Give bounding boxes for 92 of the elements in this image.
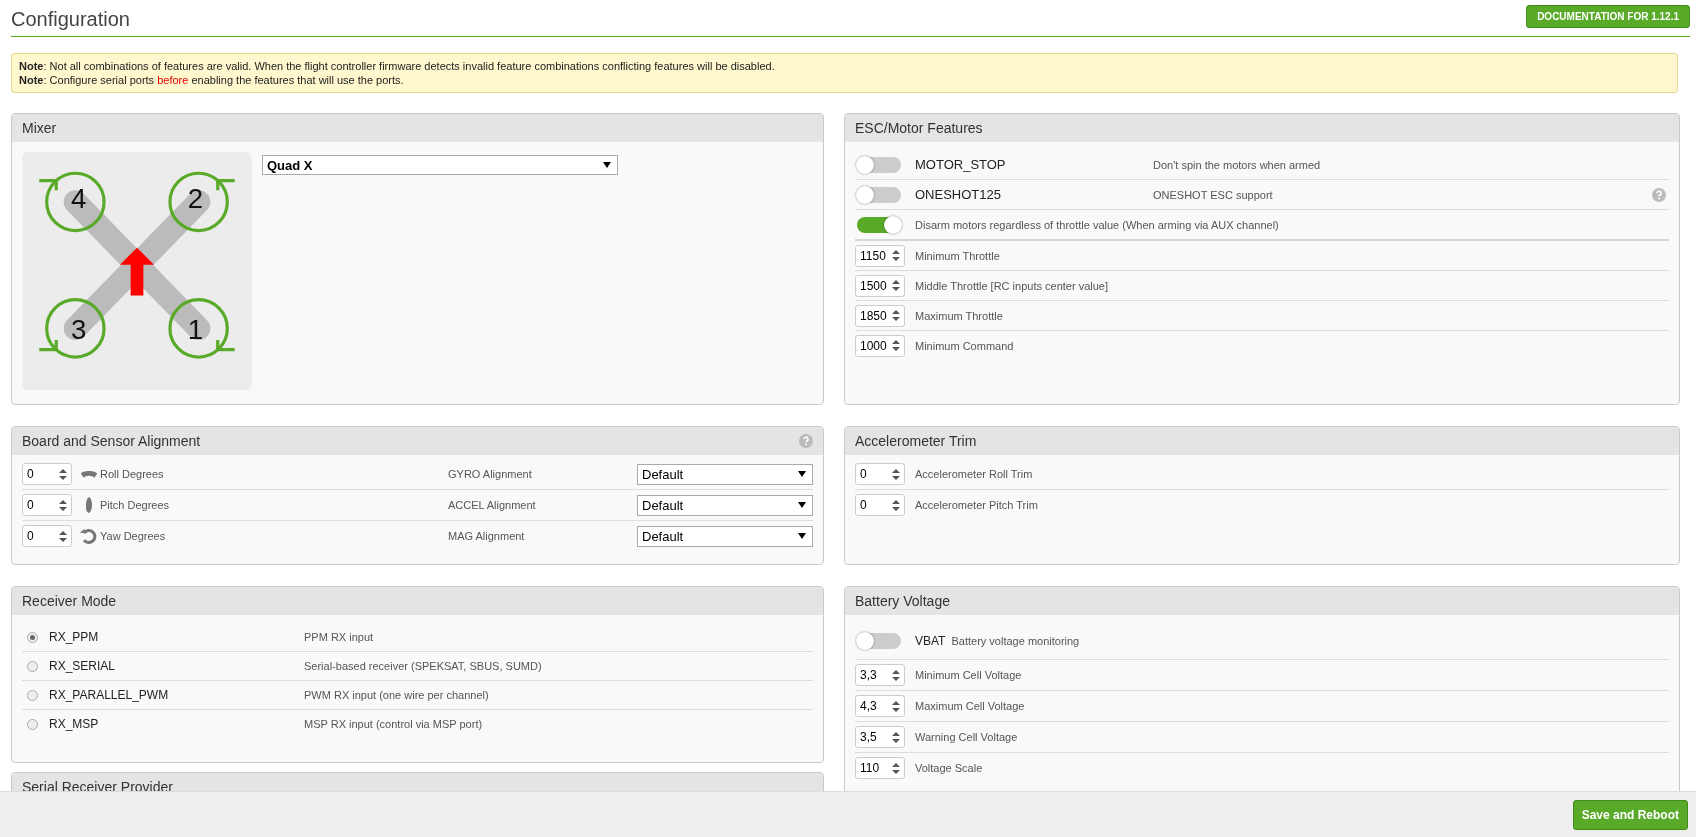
rotation-arrow-icon xyxy=(168,298,237,359)
note-text: Note: Not all combinations of features are valid. When the flight controller firmware detects invalid feature combinations conflicting features will be disabled. xyxy=(19,59,776,73)
number-field[interactable]: 110 xyxy=(855,757,905,779)
number-field[interactable]: 3,5 xyxy=(855,726,905,748)
option-name: RX_MSP xyxy=(49,717,100,731)
spinner-icon[interactable] xyxy=(59,467,67,481)
radio-button[interactable] xyxy=(27,631,38,643)
option-name: RX_PARALLEL_PWM xyxy=(49,688,170,702)
spinner-icon[interactable] xyxy=(892,309,900,322)
radio-button[interactable] xyxy=(27,718,38,730)
radio-button[interactable] xyxy=(27,660,38,672)
motor-number: 3 xyxy=(70,314,87,345)
spinner-icon[interactable] xyxy=(892,699,900,713)
motor-number: 2 xyxy=(187,183,204,215)
panel-title: Mixer xyxy=(22,120,57,136)
panel-title: Battery Voltage xyxy=(855,593,950,609)
motor-number: 1 xyxy=(187,314,204,345)
field-label: GYRO Alignment xyxy=(448,468,533,480)
panel-title: Accelerometer Trim xyxy=(855,433,977,449)
spinner-icon[interactable] xyxy=(892,467,900,481)
caret-icon xyxy=(798,502,806,508)
panel-title: Receiver Mode xyxy=(22,593,117,609)
feature-description: Battery voltage monitoring xyxy=(951,635,1080,647)
field-label: Accelerometer Roll Trim xyxy=(915,468,1033,480)
option-name: RX_SERIAL xyxy=(49,659,117,673)
option-description: PWM RX input (one wire per channel) xyxy=(304,689,489,701)
number-field[interactable]: 4,3 xyxy=(855,695,905,717)
option-description: MSP RX input (control via MSP port) xyxy=(304,718,483,730)
feature-description: ONESHOT ESC support xyxy=(1153,188,1273,201)
mixer-dropdown[interactable]: Quad X xyxy=(262,155,618,175)
alignment-dropdown[interactable]: Default xyxy=(637,463,813,485)
spinner-icon[interactable] xyxy=(59,498,67,512)
feature-description: Disarm motors regardless of throttle value (When arming via AUX channel) xyxy=(915,218,1279,231)
spinner-icon[interactable] xyxy=(892,249,900,262)
feature-description: Don't spin the motors when armed xyxy=(1153,158,1321,171)
field-label: Middle Throttle [RC inputs center value] xyxy=(915,279,1108,292)
caret-icon xyxy=(603,162,611,168)
rotation-arrow-icon xyxy=(168,171,237,233)
note-text: Note: Configure serial ports before enabling the features that will use the ports. xyxy=(19,73,405,87)
field-label: Warning Cell Voltage xyxy=(915,731,1018,743)
caret-icon xyxy=(798,533,806,539)
forward-arrow-icon xyxy=(120,247,154,296)
field-label: Voltage Scale xyxy=(915,762,983,774)
spinner-icon[interactable] xyxy=(892,339,900,352)
number-field[interactable]: 0 xyxy=(855,494,905,516)
alignment-dropdown[interactable]: Default xyxy=(637,525,813,547)
number-field[interactable]: 1500 xyxy=(855,274,905,297)
motor-number: 4 xyxy=(70,183,87,215)
field-label: MAG Alignment xyxy=(448,530,526,542)
number-field[interactable]: 0 xyxy=(855,463,905,485)
spinner-icon[interactable] xyxy=(892,279,900,292)
field-label: Roll Degrees xyxy=(100,468,165,480)
feature-name: VBAT xyxy=(915,634,946,648)
field-label: Maximum Throttle xyxy=(915,309,1003,322)
field-label: Accelerometer Pitch Trim xyxy=(915,499,1038,511)
field-label: ACCEL Alignment xyxy=(448,499,537,511)
spinner-icon[interactable] xyxy=(892,761,900,775)
panel-title: ESC/Motor Features xyxy=(855,120,983,136)
number-field[interactable]: 1850 xyxy=(855,304,905,327)
rotation-arrow-icon xyxy=(37,298,106,359)
field-label: Minimum Command xyxy=(915,339,1014,352)
toggle-switch[interactable] xyxy=(857,216,901,233)
option-name: RX_PPM xyxy=(49,630,100,644)
spinner-icon[interactable] xyxy=(892,498,900,512)
toggle-switch[interactable] xyxy=(857,633,901,649)
field-label: Yaw Degrees xyxy=(100,530,167,542)
field-label: Maximum Cell Voltage xyxy=(915,700,1025,712)
caret-icon xyxy=(798,471,806,477)
number-field[interactable]: 1000 xyxy=(855,334,905,357)
radio-button[interactable] xyxy=(27,689,38,701)
feature-name: ONESHOT125 xyxy=(915,187,1002,202)
rotation-arrow-icon xyxy=(37,171,106,233)
yaw-icon xyxy=(80,527,98,545)
toggle-switch[interactable] xyxy=(857,156,901,173)
field-label: Pitch Degrees xyxy=(100,499,171,511)
page-title: Configuration xyxy=(11,6,130,31)
number-field[interactable]: 0 xyxy=(22,463,72,485)
number-field[interactable]: 0 xyxy=(22,494,72,516)
field-label: Minimum Cell Voltage xyxy=(915,669,1022,681)
spinner-icon[interactable] xyxy=(59,529,67,543)
panel-title: Board and Sensor Alignment xyxy=(22,433,201,449)
spinner-icon[interactable] xyxy=(892,730,900,744)
field-label: Minimum Throttle xyxy=(915,249,1000,262)
number-field[interactable]: 1150 xyxy=(855,244,905,267)
number-field[interactable]: 0 xyxy=(22,525,72,547)
alignment-dropdown[interactable]: Default xyxy=(637,494,813,516)
option-description: PPM RX input xyxy=(304,631,374,643)
option-description: Serial-based receiver (SPEKSAT, SBUS, SUMD) xyxy=(304,660,542,672)
number-field[interactable]: 3,3 xyxy=(855,664,905,686)
toggle-switch[interactable] xyxy=(857,186,901,203)
spinner-icon[interactable] xyxy=(892,668,900,682)
feature-name: MOTOR_STOP xyxy=(915,157,1007,172)
